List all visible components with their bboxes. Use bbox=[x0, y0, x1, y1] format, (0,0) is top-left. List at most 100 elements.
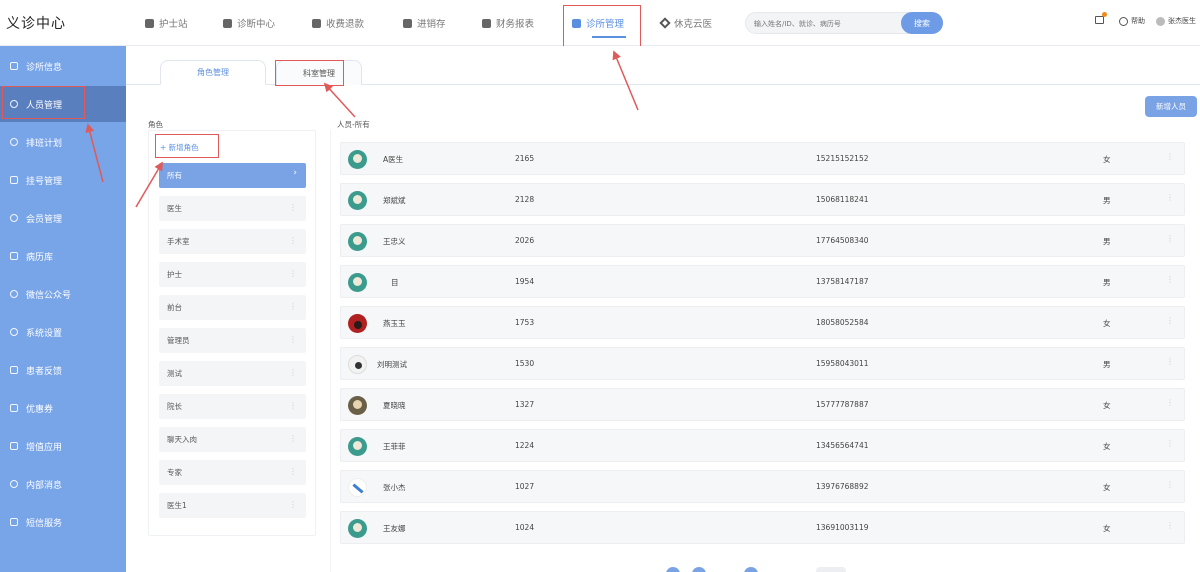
feedback-icon bbox=[10, 366, 18, 374]
clinic-info-icon bbox=[10, 62, 18, 70]
more-icon[interactable]: ⋮ bbox=[1166, 234, 1174, 243]
person-row[interactable]: 郑斌斌 2128 15068118241 男 ⋮ bbox=[340, 183, 1185, 216]
more-icon[interactable]: ⋮ bbox=[1166, 193, 1174, 202]
main-content: 角色管理 科室管理 新增人员 角色 + 新增角色 所有 › 医生 ⋮ 手术室 ⋮ 护士… bbox=[126, 46, 1200, 572]
sidebar-item-label: 微信公众号 bbox=[26, 290, 72, 301]
person-gender: 女 bbox=[1103, 483, 1111, 492]
role-item[interactable]: 医生1 ⋮ bbox=[159, 493, 306, 518]
person-phone: 18058052584 bbox=[816, 318, 869, 327]
sidebar-item-clinic-info[interactable]: 诊所信息 bbox=[0, 48, 126, 84]
nav-finance-report[interactable]: 财务报表 bbox=[482, 15, 534, 31]
role-item[interactable]: 聊天入肉 ⋮ bbox=[159, 427, 306, 452]
finance-report-icon bbox=[482, 18, 491, 28]
person-row[interactable]: 王友娜 1024 13691003119 女 ⋮ bbox=[340, 511, 1185, 544]
more-icon[interactable]: ⋮ bbox=[289, 467, 297, 476]
more-icon[interactable]: ⋮ bbox=[289, 368, 297, 377]
sidebar-item-schedule[interactable]: 排班计划 bbox=[0, 124, 126, 160]
more-icon[interactable]: ⋮ bbox=[1166, 357, 1174, 366]
role-item[interactable]: 手术室 ⋮ bbox=[159, 229, 306, 254]
more-icon[interactable]: ⋮ bbox=[289, 434, 297, 443]
more-icon[interactable]: ⋮ bbox=[289, 401, 297, 410]
search-button[interactable]: 搜索 bbox=[901, 12, 943, 34]
role-item[interactable]: 医生 ⋮ bbox=[159, 196, 306, 221]
avatar bbox=[348, 396, 367, 415]
person-row[interactable]: 燕玉玉 1753 18058052584 女 ⋮ bbox=[340, 306, 1185, 339]
sidebar-item-feedback[interactable]: 患者反馈 bbox=[0, 352, 126, 388]
role-label: 前台 bbox=[167, 303, 182, 312]
more-icon[interactable]: ⋮ bbox=[289, 269, 297, 278]
nav-label: 财务报表 bbox=[496, 19, 535, 30]
cloud-doctor-icon bbox=[659, 17, 671, 29]
sidebar: 诊所信息 人员管理 排班计划 挂号管理 会员管理 病历库 微信公众号 系统设置 … bbox=[0, 46, 126, 572]
schedule-icon bbox=[10, 138, 18, 146]
nav-nurse-station[interactable]: 护士站 bbox=[145, 15, 188, 31]
person-id: 1024 bbox=[515, 523, 535, 532]
avatar bbox=[348, 437, 367, 456]
role-item[interactable]: 护士 ⋮ bbox=[159, 262, 306, 287]
role-item-all[interactable]: 所有 › bbox=[159, 163, 306, 188]
more-icon[interactable]: ⋮ bbox=[1166, 398, 1174, 407]
person-gender: 女 bbox=[1103, 155, 1111, 164]
tab-role-management[interactable]: 角色管理 bbox=[160, 60, 266, 85]
sidebar-item-label: 系统设置 bbox=[26, 328, 63, 339]
person-gender: 男 bbox=[1103, 278, 1111, 287]
more-icon[interactable]: ⋮ bbox=[1166, 480, 1174, 489]
sidebar-item-wechat[interactable]: 微信公众号 bbox=[0, 276, 126, 312]
sidebar-item-label: 增值应用 bbox=[26, 442, 63, 453]
sidebar-item-member[interactable]: 会员管理 bbox=[0, 200, 126, 236]
messages-button[interactable] bbox=[1095, 12, 1107, 24]
avatar bbox=[348, 478, 367, 497]
role-item[interactable]: 管理员 ⋮ bbox=[159, 328, 306, 353]
role-label: 院长 bbox=[167, 402, 182, 411]
search-input[interactable] bbox=[754, 17, 894, 30]
role-item[interactable]: 院长 ⋮ bbox=[159, 394, 306, 419]
person-phone: 15958043011 bbox=[816, 359, 869, 368]
more-icon[interactable]: ⋮ bbox=[289, 203, 297, 212]
sidebar-item-register[interactable]: 挂号管理 bbox=[0, 162, 126, 198]
nav-inventory[interactable]: 进销存 bbox=[403, 15, 446, 31]
sidebar-item-settings[interactable]: 系统设置 bbox=[0, 314, 126, 350]
person-row[interactable]: 目 1954 13758147187 男 ⋮ bbox=[340, 265, 1185, 298]
message-icon bbox=[1095, 12, 1107, 24]
person-row[interactable]: 刘明测试 1530 15958043011 男 ⋮ bbox=[340, 347, 1185, 380]
add-person-button[interactable]: 新增人员 bbox=[1145, 96, 1197, 117]
sidebar-item-sms[interactable]: 短信服务 bbox=[0, 504, 126, 540]
more-icon[interactable]: ⋮ bbox=[289, 335, 297, 344]
nav-billing[interactable]: 收费退款 bbox=[312, 15, 364, 31]
add-role-highlight-box bbox=[155, 134, 219, 158]
more-icon[interactable]: ⋮ bbox=[289, 500, 297, 509]
avatar bbox=[348, 314, 367, 333]
sidebar-item-coupon[interactable]: 优惠券 bbox=[0, 390, 126, 426]
avatar bbox=[348, 232, 367, 251]
person-id: 1753 bbox=[515, 318, 535, 327]
more-icon[interactable]: ⋮ bbox=[1166, 316, 1174, 325]
help-button[interactable]: 帮助 bbox=[1119, 16, 1145, 26]
role-item[interactable]: 专家 ⋮ bbox=[159, 460, 306, 485]
person-row[interactable]: 王菲菲 1224 13456564741 女 ⋮ bbox=[340, 429, 1185, 462]
sidebar-item-label: 诊所信息 bbox=[26, 62, 63, 73]
more-icon[interactable]: ⋮ bbox=[289, 236, 297, 245]
sidebar-item-addon[interactable]: 增值应用 bbox=[0, 428, 126, 464]
pagination-jump[interactable] bbox=[816, 567, 846, 572]
person-gender: 女 bbox=[1103, 319, 1111, 328]
role-label: 护士 bbox=[167, 270, 182, 279]
more-icon[interactable]: ⋮ bbox=[1166, 275, 1174, 284]
person-row[interactable]: 张小杰 1027 13976768892 女 ⋮ bbox=[340, 470, 1185, 503]
role-item[interactable]: 测试 ⋮ bbox=[159, 361, 306, 386]
more-icon[interactable]: ⋮ bbox=[1166, 152, 1174, 161]
sidebar-item-records[interactable]: 病历库 bbox=[0, 238, 126, 274]
nav-diagnosis-center[interactable]: 诊断中心 bbox=[223, 15, 275, 31]
more-icon[interactable]: ⋮ bbox=[1166, 439, 1174, 448]
user-menu[interactable]: 张杰医生 bbox=[1156, 16, 1196, 26]
person-row[interactable]: 夏晓晓 1327 15777787887 女 ⋮ bbox=[340, 388, 1185, 421]
nav-cloud-doctor[interactable]: 休克云医 bbox=[659, 15, 712, 31]
role-item[interactable]: 前台 ⋮ bbox=[159, 295, 306, 320]
person-row[interactable]: 王忠义 2026 17764508340 男 ⋮ bbox=[340, 224, 1185, 257]
help-label: 帮助 bbox=[1131, 17, 1145, 25]
user-icon bbox=[1156, 16, 1165, 26]
person-row[interactable]: A医生 2165 15215152152 女 ⋮ bbox=[340, 142, 1185, 175]
more-icon[interactable]: ⋮ bbox=[1166, 521, 1174, 530]
person-name: 夏晓晓 bbox=[383, 401, 406, 410]
sidebar-item-inbox[interactable]: 内部消息 bbox=[0, 466, 126, 502]
more-icon[interactable]: ⋮ bbox=[289, 302, 297, 311]
